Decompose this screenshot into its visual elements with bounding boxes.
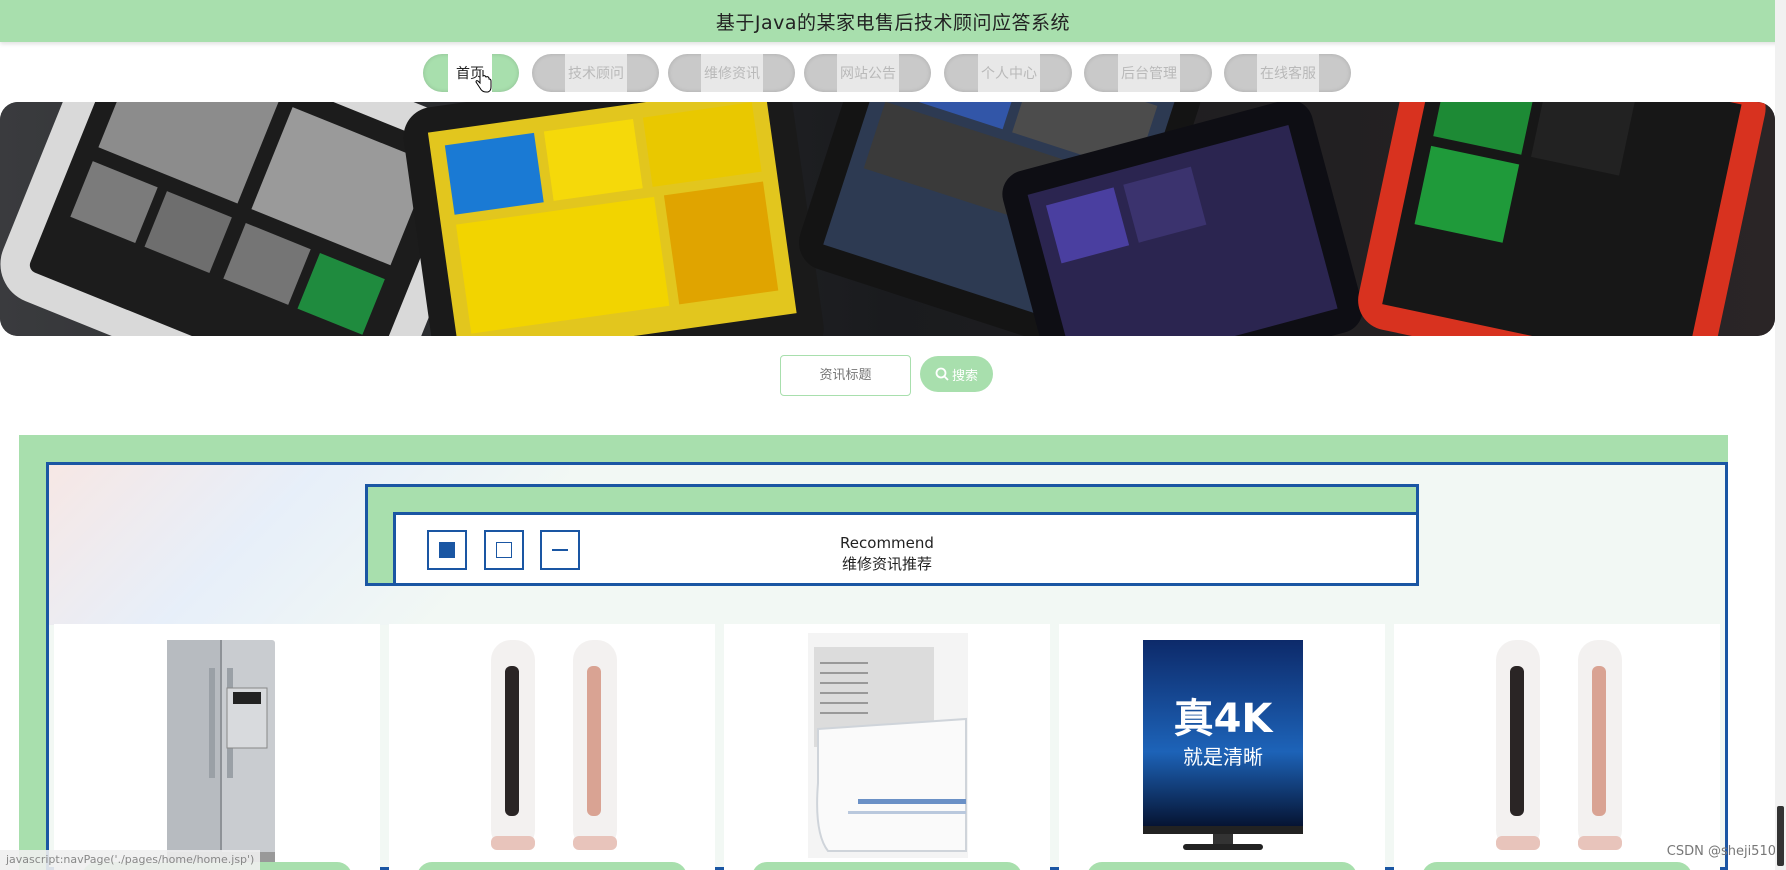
scrollbar-thumb[interactable]: [1777, 806, 1784, 866]
recommend-title-cn: 维修资讯推荐: [841, 555, 932, 573]
card-caption-button[interactable]: [1087, 862, 1357, 870]
refrigerator-image: [167, 640, 275, 862]
wall-ac-image: [808, 633, 968, 858]
hand-cursor-icon: [475, 70, 492, 93]
nav-item-label: 技术顾问: [565, 54, 627, 92]
watermark: CSDN @sheji510: [1666, 844, 1776, 859]
floor-ac-image: [491, 640, 617, 850]
nav-item-label: 在线客服: [1257, 54, 1319, 92]
recommend-title-en: Recommend: [840, 534, 934, 552]
card-caption-button[interactable]: [417, 862, 687, 870]
status-bar-url: javascript:navPage('./pages/home/home.js…: [0, 850, 261, 870]
minimize-icon[interactable]: [540, 530, 580, 570]
product-card[interactable]: [54, 624, 380, 870]
search-icon: [935, 367, 949, 381]
tv-text-clear: 就是清晰: [1183, 745, 1263, 769]
nav-item-label: 网站公告: [837, 54, 899, 92]
main-nav: 首页 技术顾问 维修资讯 网站公告 个人中心 后台管理 在线客服: [0, 54, 1786, 92]
vertical-scrollbar[interactable]: [1775, 0, 1786, 870]
nav-item-home[interactable]: 首页: [423, 54, 519, 92]
recommend-title: Recommend 维修资讯推荐: [787, 533, 987, 575]
banner-image: [0, 102, 1775, 336]
nav-item-label: 后台管理: [1118, 54, 1180, 92]
nav-item-label: 维修资讯: [701, 54, 763, 92]
tv-4k-image: 真4K 就是清晰: [1143, 640, 1303, 850]
nav-item-online-service[interactable]: 在线客服: [1224, 54, 1351, 92]
nav-item-personal-center[interactable]: 个人中心: [944, 54, 1072, 92]
filled-square-icon[interactable]: [427, 530, 467, 570]
product-card[interactable]: [389, 624, 715, 870]
nav-item-tech-consultant[interactable]: 技术顾问: [532, 54, 659, 92]
phones-illustration: [0, 102, 1775, 336]
maximize-icon[interactable]: [484, 530, 524, 570]
site-header: 基于Java的某家电售后技术顾问应答系统: [0, 0, 1786, 42]
product-card[interactable]: [1394, 624, 1720, 870]
nav-item-repair-news[interactable]: 维修资讯: [668, 54, 795, 92]
search-button[interactable]: 搜索: [920, 356, 993, 392]
floor-ac-image: [1496, 640, 1622, 850]
nav-item-admin[interactable]: 后台管理: [1084, 54, 1212, 92]
tv-text-4k: 真4K: [1174, 696, 1275, 742]
search-input[interactable]: [780, 355, 911, 396]
site-title: 基于Java的某家电售后技术顾问应答系统: [715, 11, 1071, 34]
card-caption-button[interactable]: [1422, 862, 1692, 870]
nav-item-announcements[interactable]: 网站公告: [804, 54, 931, 92]
card-caption-button[interactable]: [752, 862, 1022, 870]
search-button-label: 搜索: [951, 367, 978, 383]
nav-item-label: 个人中心: [978, 54, 1040, 92]
product-card[interactable]: [724, 624, 1050, 870]
product-card[interactable]: 真4K 就是清晰: [1059, 624, 1385, 870]
